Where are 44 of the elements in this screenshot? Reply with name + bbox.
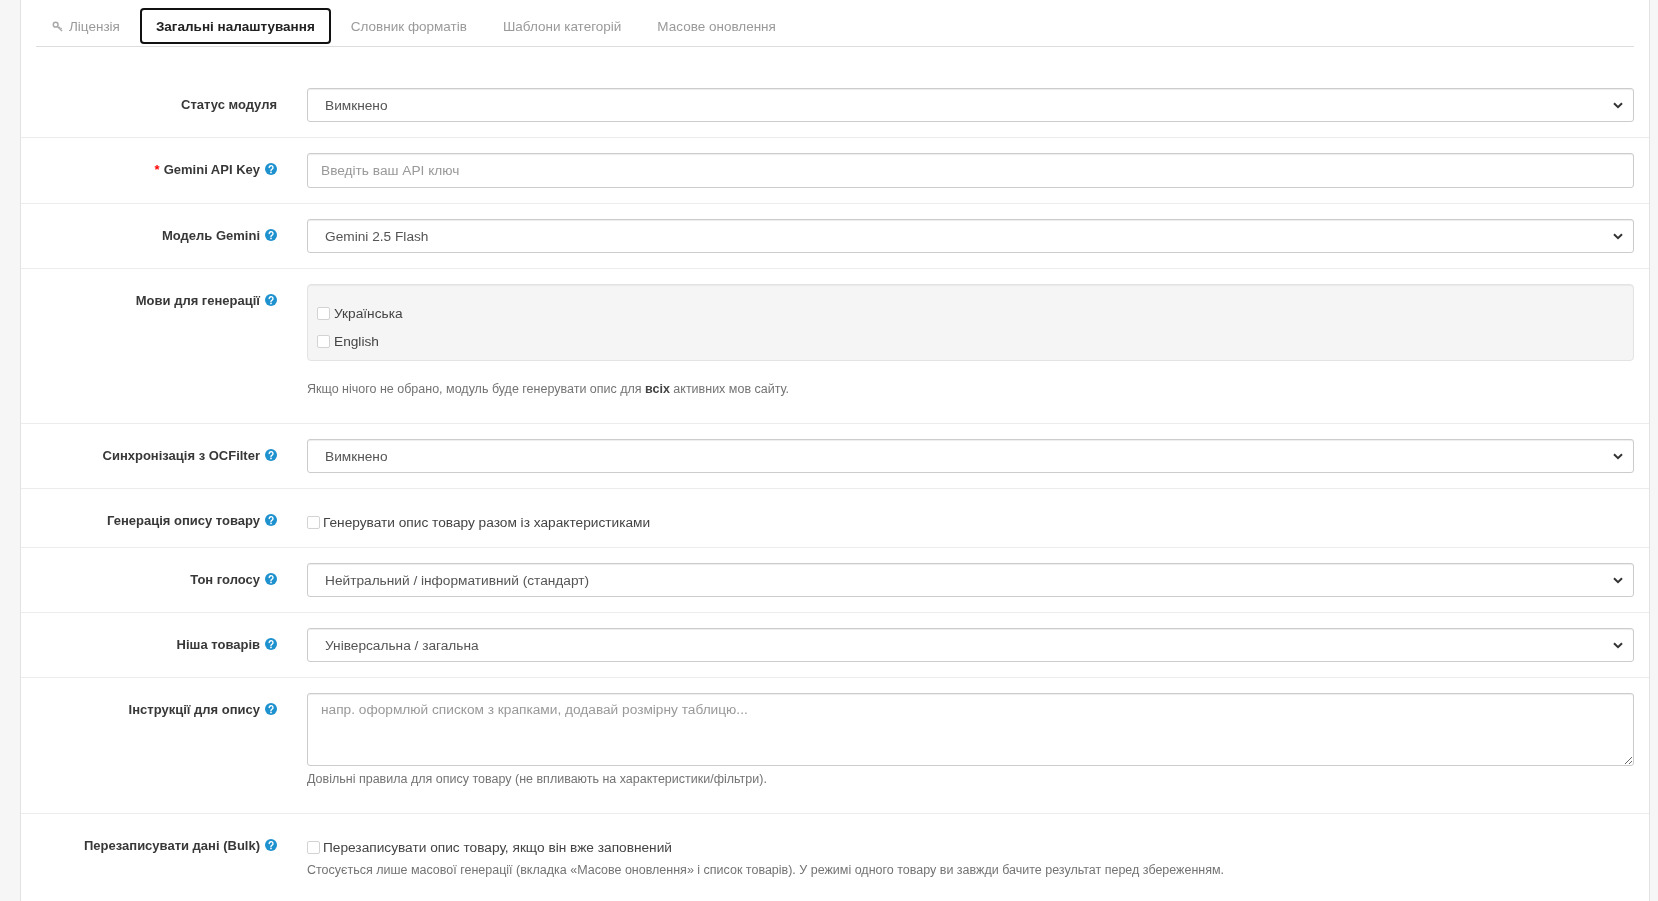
checkbox-label: English <box>334 333 379 349</box>
checkbox-label: Перезаписувати опис товару, якщо він вже заповнений <box>323 839 672 855</box>
select-field[interactable]: Вимкнено <box>307 439 1634 473</box>
field-label: Статус модуля <box>181 97 277 112</box>
help-icon[interactable] <box>265 294 277 306</box>
field-label: Синхронізація з OCFilter <box>102 448 260 463</box>
textarea-field[interactable]: напр. оформлюй списком з крапками, додавай розмірну таблицю... <box>307 693 1634 766</box>
tab[interactable]: Загальні налаштування <box>139 8 331 44</box>
select-field[interactable]: Вимкнено <box>307 88 1634 122</box>
help-icon[interactable] <box>265 449 277 461</box>
chevron-down-icon <box>1613 452 1623 460</box>
required-asterisk: * <box>154 162 160 177</box>
help-icon[interactable] <box>265 573 277 585</box>
checkbox-label: Генерувати опис товару разом із характеристиками <box>323 514 651 530</box>
select-field[interactable]: Універсальна / загальна <box>307 628 1634 662</box>
chevron-down-icon <box>1613 576 1623 584</box>
input-field[interactable]: Введіть ваш API ключ <box>307 153 1634 188</box>
field-label: Тон голосу <box>190 572 260 587</box>
chevron-down-icon <box>1613 101 1623 109</box>
checkbox[interactable] <box>317 334 330 348</box>
field-label: Ніша товарів <box>176 637 260 652</box>
help-text: Якщо нічого не обрано, модуль буде генерувати опис для всіх активних мов сайту. <box>307 381 790 398</box>
field-label: Інструкції для опису <box>128 702 260 717</box>
checkbox[interactable] <box>317 306 330 320</box>
field-label: Gemini API Key <box>163 162 260 177</box>
help-icon[interactable] <box>265 514 277 526</box>
select-field[interactable]: Gemini 2.5 Flash <box>307 219 1634 253</box>
field-label: Мови для генерації <box>135 293 260 308</box>
checkbox[interactable] <box>307 515 320 529</box>
help-icon[interactable] <box>265 703 277 715</box>
help-icon[interactable] <box>265 163 277 175</box>
field-label: Модель Gemini <box>162 228 260 243</box>
field-label: Генерація опису товару <box>106 513 260 528</box>
help-icon[interactable] <box>265 839 277 851</box>
help-text: Стосується лише масової генерації (вкладка «Масове оновлення» і список товарів). У режимі одного товару ви завжди бачите результат перед збереженням. <box>307 862 1226 879</box>
help-icon[interactable] <box>265 229 277 241</box>
chevron-down-icon <box>1613 641 1623 649</box>
checkbox[interactable] <box>307 840 320 854</box>
field-label: Перезаписувати дані (Bulk) <box>84 838 260 853</box>
chevron-down-icon <box>1613 232 1623 240</box>
checkbox-label: Українська <box>334 305 403 321</box>
help-text: Довільні правила для опису товару (не впливають на характеристики/фільтри). <box>307 771 768 788</box>
help-icon[interactable] <box>265 638 277 650</box>
select-field[interactable]: Нейтральний / інформативний (стандарт) <box>307 563 1634 597</box>
